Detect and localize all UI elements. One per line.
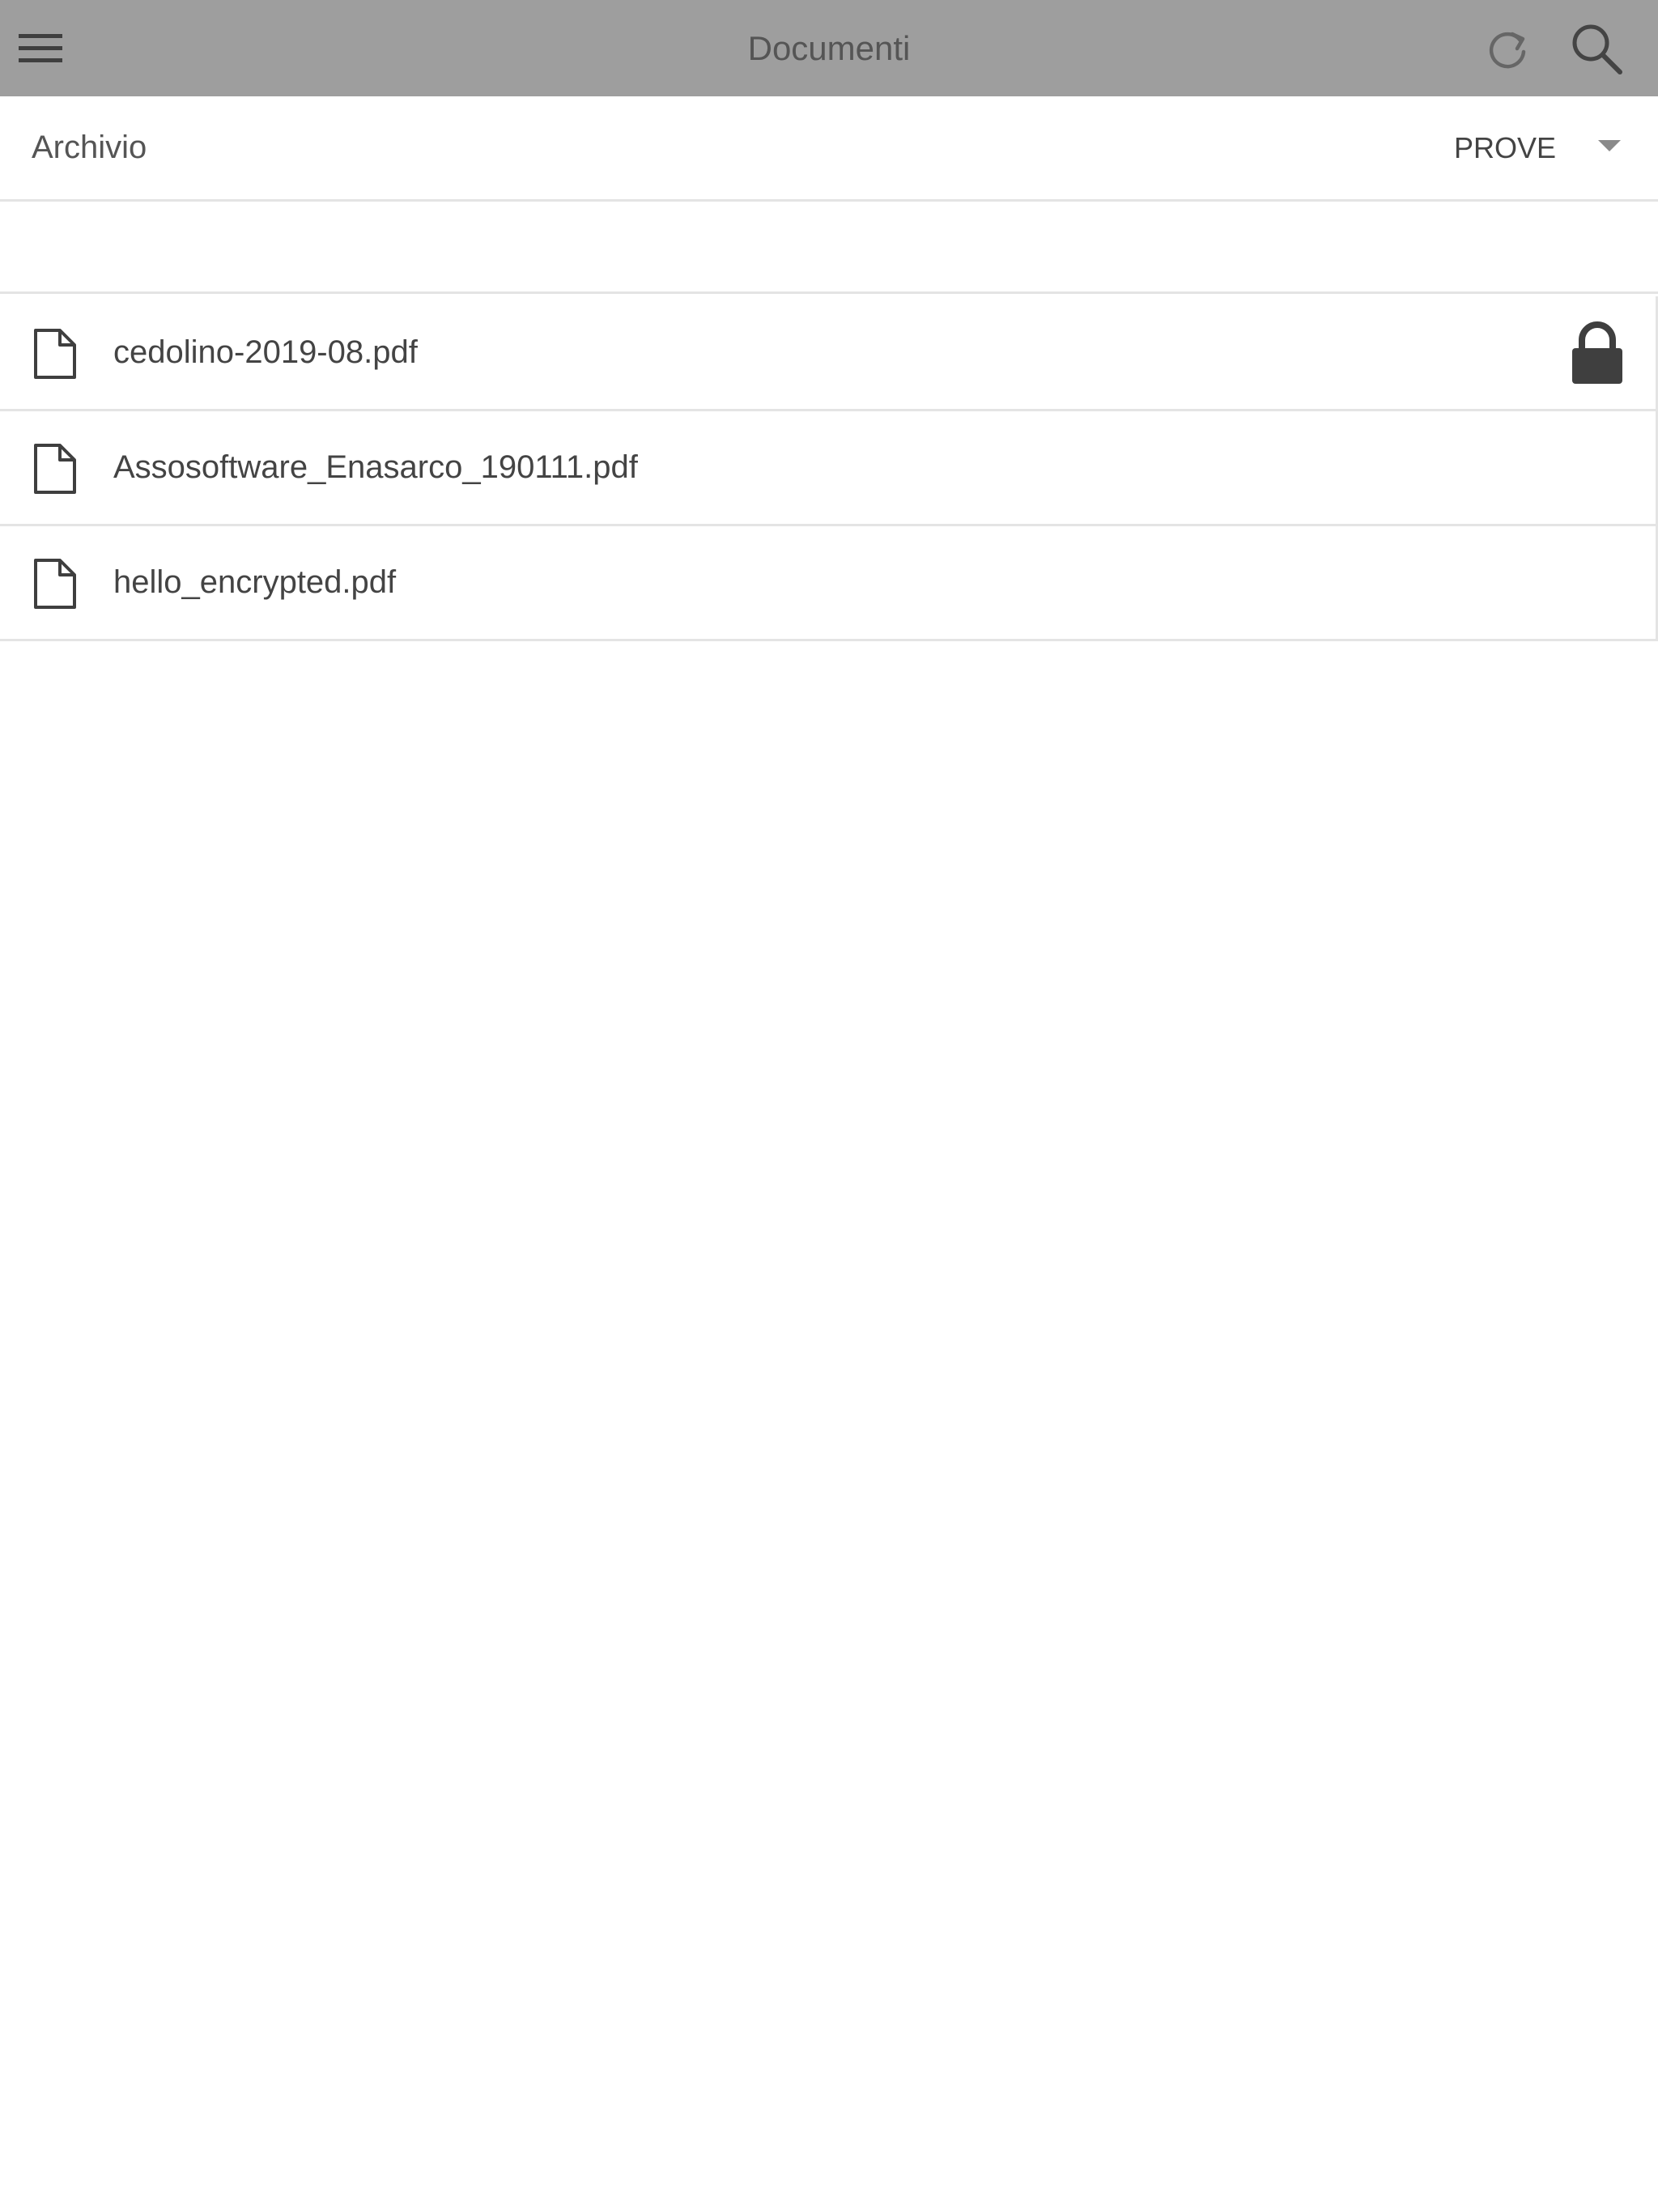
archive-label: Archivio (32, 130, 147, 165)
archive-select-value: PROVE (1453, 131, 1556, 164)
archive-row: Archivio PROVE (0, 96, 1658, 202)
file-row[interactable]: hello_encrypted.pdf (0, 526, 1658, 641)
file-icon (34, 329, 76, 379)
file-name: cedolino-2019-08.pdf (113, 334, 418, 370)
file-icon (34, 444, 76, 494)
archive-select[interactable]: PROVE (1399, 96, 1658, 199)
lock-icon (1572, 321, 1622, 384)
file-row[interactable]: Assosoftware_Enasarco_190111.pdf (0, 411, 1658, 526)
search-icon (1572, 24, 1622, 74)
file-icon (34, 559, 76, 609)
refresh-icon (1489, 32, 1526, 69)
file-row[interactable]: cedolino-2019-08.pdf (0, 296, 1658, 411)
top-app-bar: Documenti (0, 0, 1658, 96)
hamburger-menu-icon (19, 34, 62, 62)
refresh-button[interactable] (1477, 18, 1538, 79)
menu-button[interactable] (11, 19, 70, 78)
app-root: Documenti Archivio PROVE cedolino-2019-0… (0, 0, 1658, 2212)
file-name: Assosoftware_Enasarco_190111.pdf (113, 449, 638, 485)
search-button[interactable] (1562, 15, 1630, 83)
page-title: Documenti (747, 29, 911, 67)
file-list: cedolino-2019-08.pdf Assosoftware_Enasar… (0, 296, 1658, 641)
chevron-down-icon (1598, 140, 1621, 151)
file-name: hello_encrypted.pdf (113, 564, 397, 600)
list-header-spacer (0, 202, 1658, 294)
